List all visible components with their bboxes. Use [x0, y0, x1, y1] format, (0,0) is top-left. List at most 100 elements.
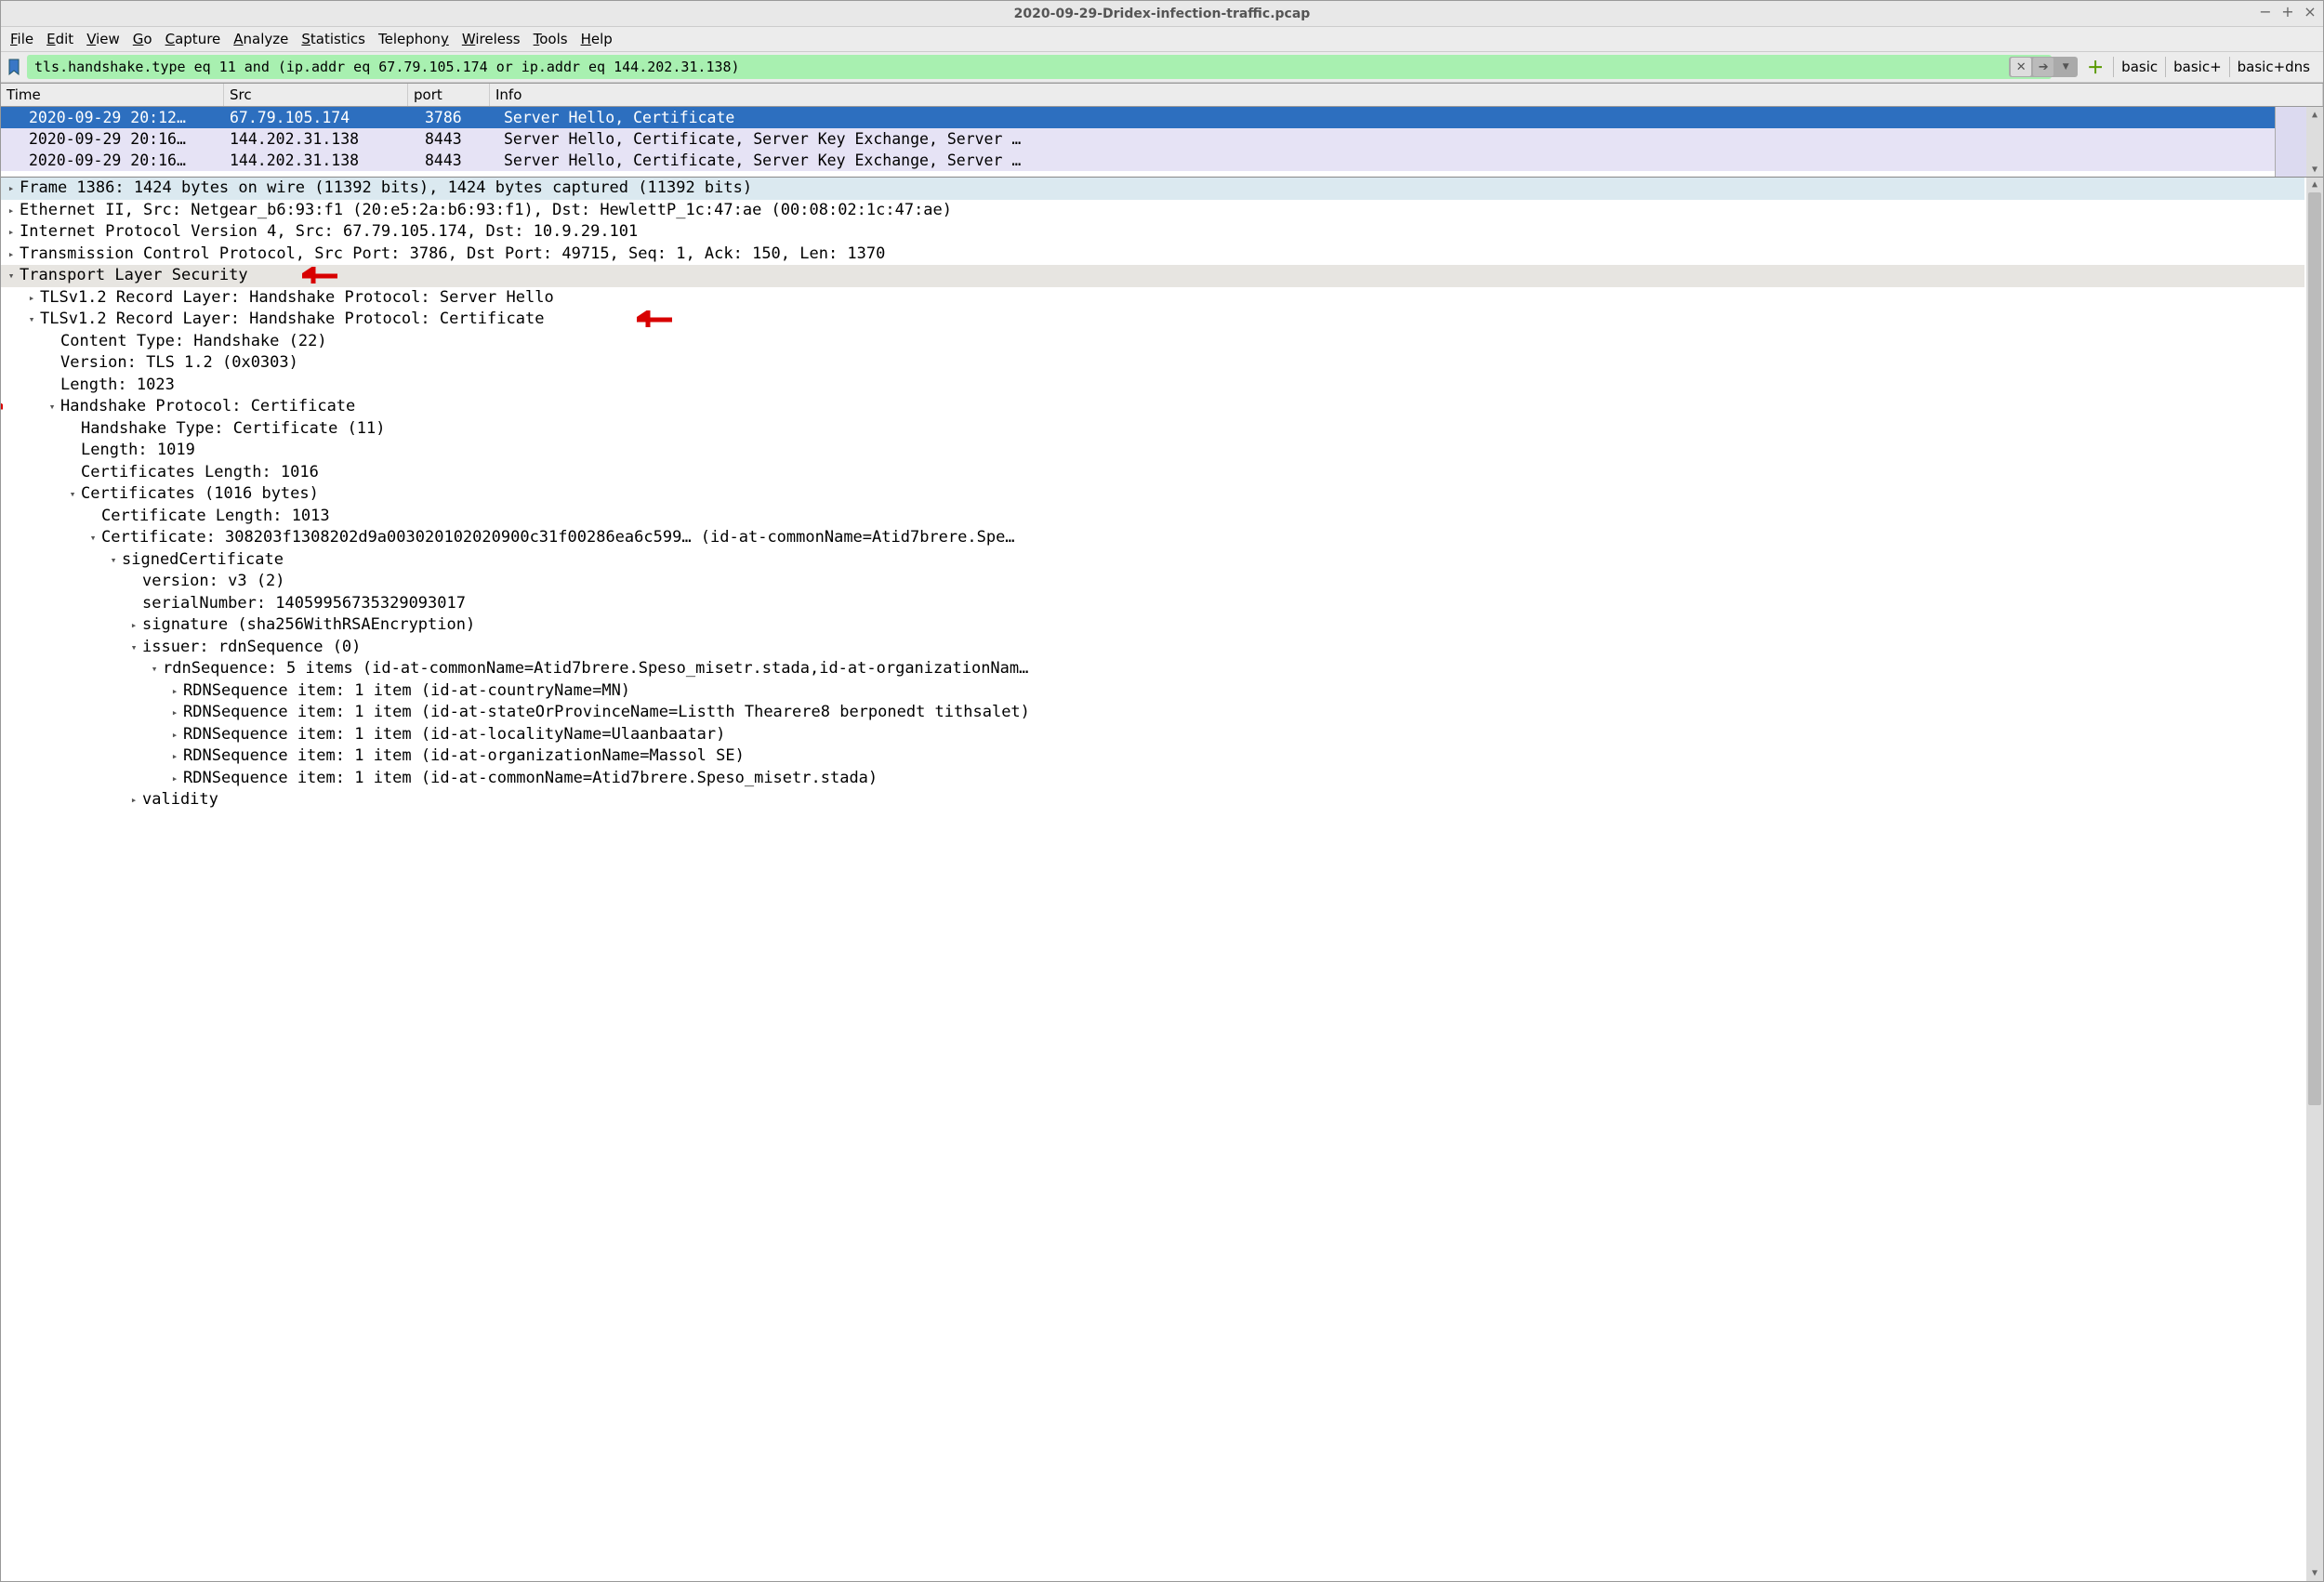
filter-presets: basic basic+ basic+dns — [2113, 57, 2317, 77]
preset-basic-dns[interactable]: basic+dns — [2229, 57, 2317, 77]
tree-content-type[interactable]: Content Type: Handshake (22) — [1, 331, 2304, 353]
scroll-up-icon[interactable]: ▲ — [2306, 107, 2323, 122]
tree-hs-length[interactable]: Length: 1019 — [1, 440, 2304, 462]
packet-row[interactable]: 2020-09-29 20:16… 144.202.31.138 8443 Se… — [1, 128, 2323, 150]
collapse-icon[interactable]: ▾ — [86, 527, 99, 549]
menu-help[interactable]: Help — [581, 31, 613, 47]
cell-port: 8443 — [419, 130, 498, 148]
tree-rdn-item[interactable]: ▸RDNSequence item: 1 item (id-at-localit… — [1, 724, 2304, 746]
expand-icon[interactable]: ▸ — [168, 768, 181, 790]
tree-cert-length[interactable]: Certificate Length: 1013 — [1, 506, 2304, 528]
expand-icon[interactable]: ▸ — [127, 614, 140, 637]
packet-list-header: Time Src port Info — [1, 83, 2323, 107]
bookmark-icon[interactable] — [7, 58, 21, 76]
packet-list[interactable]: 2020-09-29 20:12… 67.79.105.174 3786 Ser… — [1, 107, 2323, 177]
expand-icon[interactable]: ▸ — [168, 724, 181, 746]
cell-src: 144.202.31.138 — [224, 130, 419, 148]
cell-time: 2020-09-29 20:16… — [1, 130, 224, 148]
menu-statistics[interactable]: Statistics — [301, 31, 365, 47]
packet-scrollbar[interactable]: ▲ ▼ — [2306, 107, 2323, 177]
tree-ethernet[interactable]: ▸Ethernet II, Src: Netgear_b6:93:f1 (20:… — [1, 200, 2304, 222]
main-window: 2020-09-29-Dridex-infection-traffic.pcap… — [0, 0, 2324, 1582]
collapse-icon[interactable]: ▾ — [46, 396, 59, 418]
tree-issuer[interactable]: ▾issuer: rdnSequence (0) — [1, 637, 2304, 659]
packet-details[interactable]: ▸Frame 1386: 1424 bytes on wire (11392 b… — [1, 177, 2323, 1581]
menu-tools[interactable]: Tools — [534, 31, 568, 47]
menu-wireless[interactable]: Wireless — [462, 31, 521, 47]
tree-rdn-sequence[interactable]: ▾rdnSequence: 5 items (id-at-commonName=… — [1, 658, 2304, 680]
scroll-down-icon[interactable]: ▼ — [2306, 1566, 2323, 1581]
tree-certificate[interactable]: ▾Certificate: 308203f1308202d9a003020102… — [1, 527, 2304, 549]
collapse-icon[interactable]: ▾ — [107, 549, 120, 572]
expand-icon[interactable]: ▸ — [5, 200, 18, 222]
preset-basic-plus[interactable]: basic+ — [2165, 57, 2229, 77]
col-time[interactable]: Time — [1, 84, 224, 106]
collapse-icon[interactable]: ▾ — [5, 265, 18, 287]
tree-rdn-item[interactable]: ▸RDNSequence item: 1 item (id-at-country… — [1, 680, 2304, 703]
tree-certificates[interactable]: ▾Certificates (1016 bytes) — [1, 483, 2304, 506]
cell-info: Server Hello, Certificate — [498, 109, 2323, 126]
expand-icon[interactable]: ▸ — [127, 789, 140, 811]
tree-rdn-item[interactable]: ▸RDNSequence item: 1 item (id-at-commonN… — [1, 768, 2304, 790]
tree-length[interactable]: Length: 1023 — [1, 375, 2304, 397]
cell-info: Server Hello, Certificate, Server Key Ex… — [498, 152, 2323, 169]
close-icon[interactable]: × — [2303, 5, 2317, 20]
tree-serial[interactable]: serialNumber: 14059956735329093017 — [1, 593, 2304, 615]
tree-ip[interactable]: ▸Internet Protocol Version 4, Src: 67.79… — [1, 221, 2304, 244]
add-filter-icon[interactable]: ＋ — [2087, 55, 2104, 79]
tree-hs-type[interactable]: Handshake Type: Certificate (11) — [1, 418, 2304, 441]
preset-basic[interactable]: basic — [2113, 57, 2165, 77]
menu-telephony[interactable]: Telephony — [378, 31, 449, 47]
menu-edit[interactable]: Edit — [46, 31, 73, 47]
col-src[interactable]: Src — [224, 84, 408, 106]
expand-icon[interactable]: ▸ — [168, 745, 181, 768]
collapse-icon[interactable]: ▾ — [25, 309, 38, 331]
tree-rdn-item[interactable]: ▸RDNSequence item: 1 item (id-at-organiz… — [1, 745, 2304, 768]
tree-tcp[interactable]: ▸Transmission Control Protocol, Src Port… — [1, 244, 2304, 266]
tree-validity[interactable]: ▸validity — [1, 789, 2304, 811]
tree-signature[interactable]: ▸signature (sha256WithRSAEncryption) — [1, 614, 2304, 637]
window-title: 2020-09-29-Dridex-infection-traffic.pcap — [1014, 7, 1311, 21]
apply-filter-icon[interactable]: ➔ — [2033, 58, 2053, 76]
expand-icon[interactable]: ▸ — [5, 178, 18, 200]
menu-capture[interactable]: Capture — [165, 31, 221, 47]
scroll-down-icon[interactable]: ▼ — [2306, 162, 2323, 177]
clear-filter-icon[interactable]: ✕ — [2011, 58, 2031, 76]
packet-row[interactable]: 2020-09-29 20:12… 67.79.105.174 3786 Ser… — [1, 107, 2323, 128]
expand-icon[interactable]: ▸ — [25, 287, 38, 310]
maximize-icon[interactable]: + — [2280, 5, 2295, 20]
menu-analyze[interactable]: Analyze — [233, 31, 288, 47]
tree-tls-record-cert[interactable]: ▾TLSv1.2 Record Layer: Handshake Protoco… — [1, 309, 2304, 331]
tree-tls[interactable]: ▾Transport Layer Security — [1, 265, 2304, 287]
scroll-thumb[interactable] — [2308, 192, 2321, 1105]
expand-icon[interactable]: ▸ — [168, 680, 181, 703]
tree-certs-length[interactable]: Certificates Length: 1016 — [1, 462, 2304, 484]
window-controls: − + × — [2258, 5, 2317, 20]
collapse-icon[interactable]: ▾ — [66, 483, 79, 506]
details-scrollbar[interactable]: ▲ ▼ — [2306, 178, 2323, 1581]
menu-view[interactable]: View — [86, 31, 120, 47]
menu-file[interactable]: File — [10, 31, 33, 47]
tree-handshake-proto[interactable]: ▾Handshake Protocol: Certificate — [1, 396, 2304, 418]
tree-rdn-item[interactable]: ▸RDNSequence item: 1 item (id-at-stateOr… — [1, 702, 2304, 724]
collapse-icon[interactable]: ▾ — [127, 637, 140, 659]
cell-time: 2020-09-29 20:12… — [1, 109, 224, 126]
tree-frame[interactable]: ▸Frame 1386: 1424 bytes on wire (11392 b… — [1, 178, 2304, 200]
filter-dropdown-icon[interactable]: ▼ — [2055, 58, 2076, 76]
expand-icon[interactable]: ▸ — [5, 221, 18, 244]
expand-icon[interactable]: ▸ — [168, 702, 181, 724]
menu-go[interactable]: Go — [133, 31, 152, 47]
tree-signed-cert[interactable]: ▾signedCertificate — [1, 549, 2304, 572]
tree-tls-record-hello[interactable]: ▸TLSv1.2 Record Layer: Handshake Protoco… — [1, 287, 2304, 310]
minimize-icon[interactable]: − — [2258, 5, 2273, 20]
packet-row[interactable]: 2020-09-29 20:16… 144.202.31.138 8443 Se… — [1, 150, 2323, 171]
expand-icon[interactable]: ▸ — [5, 244, 18, 266]
tree-version[interactable]: Version: TLS 1.2 (0x0303) — [1, 352, 2304, 375]
tree-cert-version[interactable]: version: v3 (2) — [1, 571, 2304, 593]
display-filter-input[interactable] — [27, 55, 2052, 79]
col-info[interactable]: Info — [490, 84, 2323, 106]
scroll-up-icon[interactable]: ▲ — [2306, 178, 2323, 192]
col-port[interactable]: port — [408, 84, 490, 106]
collapse-icon[interactable]: ▾ — [148, 658, 161, 680]
annotation-arrow-icon — [1, 397, 3, 417]
